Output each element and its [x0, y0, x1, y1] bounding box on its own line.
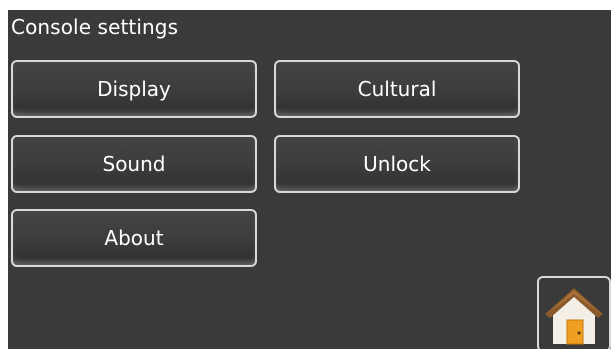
home-icon	[545, 288, 603, 345]
console-settings-screen: Console settings Display Cultural Sound …	[8, 10, 611, 349]
unlock-button[interactable]: Unlock	[274, 135, 520, 193]
about-button[interactable]: About	[11, 209, 257, 267]
home-button[interactable]	[537, 276, 611, 349]
sound-button[interactable]: Sound	[11, 135, 257, 193]
cultural-button[interactable]: Cultural	[274, 60, 520, 118]
page-title: Console settings	[11, 15, 179, 39]
display-button[interactable]: Display	[11, 60, 257, 118]
